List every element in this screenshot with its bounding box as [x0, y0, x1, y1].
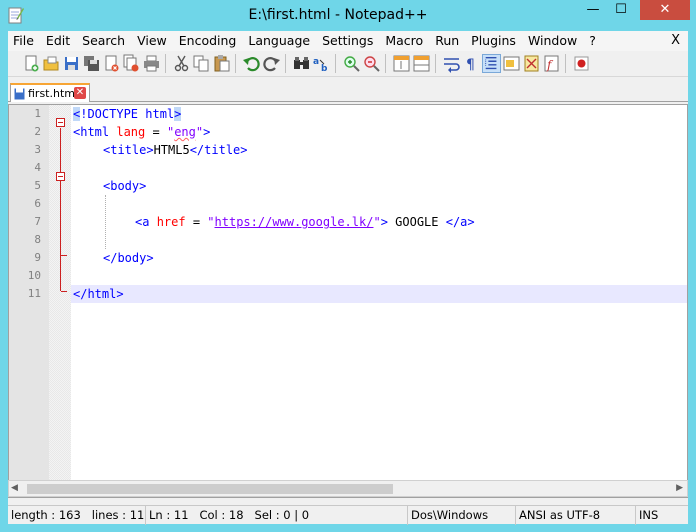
- menu-macro[interactable]: Macro: [379, 31, 429, 51]
- code-line-9: </body>: [103, 251, 154, 265]
- line-number: 10: [27, 269, 41, 282]
- tab-label: first.html: [28, 87, 79, 100]
- save-all-icon[interactable]: [82, 54, 101, 73]
- user-language-icon[interactable]: [502, 54, 521, 73]
- cut-icon[interactable]: [172, 54, 191, 73]
- close-icon[interactable]: [102, 54, 121, 73]
- status-bar: length : 163 lines : 11 Ln : 11 Col : 18…: [8, 505, 688, 525]
- line-number: 5: [34, 179, 41, 192]
- line-number: 8: [34, 233, 41, 246]
- toolbar-separator: [235, 54, 236, 73]
- maximize-button[interactable]: ☐: [608, 0, 634, 20]
- title-bar[interactable]: E:\first.html - Notepad++ — ☐ ✕: [0, 0, 696, 31]
- code-line-1: <!DOCTYPE html>: [73, 107, 182, 121]
- menu-settings[interactable]: Settings: [316, 31, 379, 51]
- paste-icon[interactable]: [212, 54, 231, 73]
- toolbar-separator: [335, 54, 336, 73]
- record-macro-icon[interactable]: [572, 54, 591, 73]
- status-cursor-position: Ln : 11 Col : 18 Sel : 0 | 0: [146, 506, 408, 525]
- code-line-3: <title>HTML5</title>: [103, 143, 248, 157]
- link-google[interactable]: https://www.google.lk/: [215, 215, 374, 229]
- fold-end-body: [61, 255, 67, 256]
- line-number: 2: [34, 125, 41, 138]
- status-encoding[interactable]: ANSI as UTF-8: [516, 506, 636, 525]
- status-eol-format[interactable]: Dos\Windows: [408, 506, 516, 525]
- close-document-button[interactable]: X: [671, 33, 680, 48]
- horizontal-scrollbar[interactable]: ◀ ▶: [8, 480, 688, 497]
- print-icon[interactable]: [142, 54, 161, 73]
- tab-close-button[interactable]: ✕: [74, 87, 86, 99]
- menu-language[interactable]: Language: [242, 31, 316, 51]
- close-all-icon[interactable]: [122, 54, 141, 73]
- fold-line: [60, 128, 61, 291]
- menu-search[interactable]: Search: [76, 31, 131, 51]
- tab-first-html[interactable]: first.html ✕: [10, 83, 90, 102]
- notepadpp-window: E:\first.html - Notepad++ — ☐ ✕ File Edi…: [0, 0, 696, 532]
- current-line-highlight: [71, 285, 687, 303]
- doc-map-icon[interactable]: [522, 54, 541, 73]
- status-insert-mode[interactable]: INS: [636, 506, 688, 525]
- scrollbar-thumb[interactable]: [27, 484, 393, 494]
- show-all-chars-icon[interactable]: ¶: [462, 54, 481, 73]
- svg-text:b: b: [321, 64, 328, 73]
- line-number: 7: [34, 215, 41, 228]
- line-number: 9: [34, 251, 41, 264]
- zoom-in-icon[interactable]: [342, 54, 361, 73]
- line-number: 6: [34, 197, 41, 210]
- save-icon[interactable]: [62, 54, 81, 73]
- line-number: 1: [34, 107, 41, 120]
- toolbar-separator: [385, 54, 386, 73]
- sync-horizontal-icon[interactable]: [412, 54, 431, 73]
- fold-end-html: [61, 291, 67, 292]
- scroll-left-arrow-icon[interactable]: ◀: [11, 483, 18, 493]
- menu-plugins[interactable]: Plugins: [465, 31, 522, 51]
- client-area: File Edit Search View Encoding Language …: [8, 31, 688, 525]
- code-line-2: <html lang = "eng">: [73, 125, 211, 139]
- fold-toggle-body[interactable]: [56, 172, 65, 181]
- line-number: 4: [34, 161, 41, 174]
- menu-window[interactable]: Window: [522, 31, 583, 51]
- copy-icon[interactable]: [192, 54, 211, 73]
- svg-text:a: a: [313, 57, 319, 67]
- toolbar-separator: [565, 54, 566, 73]
- zoom-out-icon[interactable]: [362, 54, 381, 73]
- replace-icon[interactable]: ab: [312, 54, 331, 73]
- sync-vertical-icon[interactable]: [392, 54, 411, 73]
- line-number: 3: [34, 143, 41, 156]
- new-file-icon[interactable]: [22, 54, 41, 73]
- menu-encoding[interactable]: Encoding: [173, 31, 243, 51]
- status-length-lines: length : 163 lines : 11: [8, 506, 146, 525]
- code-line-11: </html>: [73, 287, 124, 301]
- toolbar-separator: [285, 54, 286, 73]
- function-list-icon[interactable]: f: [542, 54, 561, 73]
- editor-pane[interactable]: 1 2 3 4 5 6 7 8 9 10 11 <!DOCTYPE html> …: [8, 104, 688, 498]
- open-file-icon[interactable]: [42, 54, 61, 73]
- code-line-5: <body>: [103, 179, 147, 193]
- undo-icon[interactable]: [242, 54, 261, 73]
- toolbar-separator: [165, 54, 166, 73]
- toolbar-separator: [435, 54, 436, 73]
- menu-help[interactable]: ?: [583, 31, 602, 51]
- close-window-button[interactable]: ✕: [640, 0, 690, 20]
- indent-guide-icon[interactable]: [482, 54, 501, 73]
- menu-bar: File Edit Search View Encoding Language …: [8, 31, 688, 51]
- menu-file[interactable]: File: [8, 31, 40, 51]
- indent-guide: [105, 195, 106, 249]
- menu-run[interactable]: Run: [429, 31, 465, 51]
- find-icon[interactable]: [292, 54, 311, 73]
- line-number: 11: [27, 287, 41, 300]
- code-line-7: <a href = "https://www.google.lk/"> GOOG…: [135, 215, 475, 229]
- saved-file-icon: [14, 88, 25, 99]
- scroll-right-arrow-icon[interactable]: ▶: [676, 483, 683, 493]
- minimize-button[interactable]: —: [580, 0, 606, 20]
- tab-bar: first.html ✕: [8, 78, 688, 102]
- word-wrap-icon[interactable]: [442, 54, 461, 73]
- svg-text:¶: ¶: [466, 57, 475, 73]
- redo-icon[interactable]: [262, 54, 281, 73]
- fold-toggle-html[interactable]: [56, 118, 65, 127]
- menu-view[interactable]: View: [131, 31, 173, 51]
- toolbar: ab ¶ f: [8, 51, 688, 77]
- menu-edit[interactable]: Edit: [40, 31, 76, 51]
